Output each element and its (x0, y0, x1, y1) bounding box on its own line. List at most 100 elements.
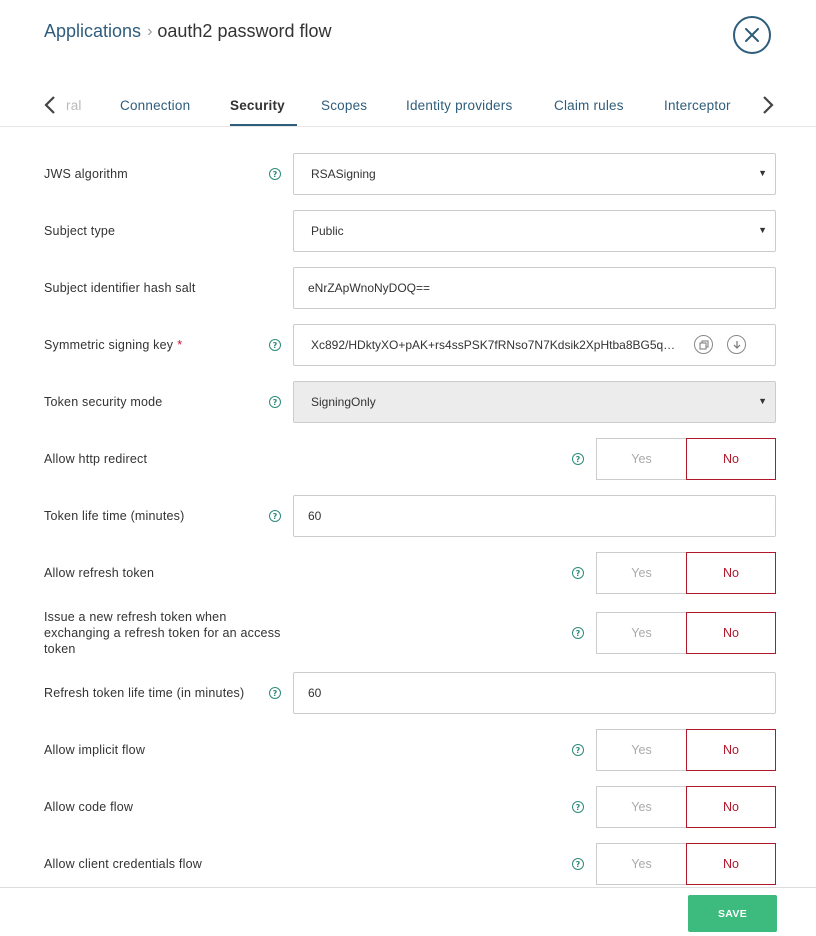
tab-connection[interactable]: Connection (120, 98, 190, 126)
close-button[interactable] (733, 16, 771, 54)
download-icon (733, 340, 740, 349)
yes-option[interactable]: Yes (596, 786, 686, 828)
allow-client-credentials-flow-toggle: Yes No (596, 843, 776, 885)
allow-implicit-flow-label: Allow implicit flow (44, 743, 146, 757)
form-row-issue-new-refresh-token: Issue a new refresh token when exchangin… (0, 610, 816, 656)
breadcrumb-separator: › (147, 22, 153, 40)
jws-algorithm-value: RSASigning (311, 167, 376, 181)
allow-refresh-token-label: Allow refresh token (44, 566, 155, 580)
subject-type-select[interactable]: Public ▼ (293, 210, 776, 252)
form-row-allow-code-flow: Allow code flow ? Yes No (0, 786, 816, 828)
help-icon[interactable]: ? (269, 339, 281, 351)
refresh-life-time-label: Refresh token life time (in minutes) (44, 686, 245, 700)
help-icon[interactable]: ? (572, 453, 584, 465)
security-form: JWS algorithm ? RSASigning ▼ Subject typ… (0, 127, 816, 887)
page-title: oauth2 password flow (157, 21, 332, 41)
help-icon[interactable]: ? (572, 567, 584, 579)
signing-key-field[interactable]: Xc892/HDktyXO+pAK+rs4ssPSK7fRNso7N7Kdsik… (293, 324, 776, 366)
yes-option[interactable]: Yes (596, 843, 686, 885)
token-security-mode-select: SigningOnly ▼ (293, 381, 776, 423)
no-option[interactable]: No (686, 438, 776, 480)
allow-http-redirect-label: Allow http redirect (44, 452, 148, 466)
form-footer: SAVE (0, 887, 816, 936)
token-security-mode-label: Token security mode (44, 395, 163, 409)
hash-salt-value: eNrZApWnoNyDOQ== (308, 281, 431, 295)
token-life-time-input[interactable]: 60 (293, 495, 776, 537)
download-key-button[interactable] (727, 335, 746, 354)
form-row-hash-salt: Subject identifier hash salt eNrZApWnoNy… (0, 267, 816, 309)
save-button[interactable]: SAVE (688, 895, 777, 932)
refresh-life-time-input[interactable]: 60 (293, 672, 776, 714)
copy-icon (699, 340, 708, 349)
yes-option[interactable]: Yes (596, 552, 686, 594)
help-icon[interactable]: ? (269, 396, 281, 408)
chevron-right-icon (763, 96, 774, 114)
tabs-scroll-right-button[interactable] (758, 93, 778, 117)
yes-option[interactable]: Yes (596, 729, 686, 771)
help-icon[interactable]: ? (269, 510, 281, 522)
no-option[interactable]: No (686, 786, 776, 828)
hash-salt-label: Subject identifier hash salt (44, 281, 196, 295)
form-row-token-life-time: Token life time (minutes) ? 60 (0, 495, 816, 537)
allow-client-credentials-flow-label: Allow client credentials flow (44, 857, 202, 871)
help-icon[interactable]: ? (572, 801, 584, 813)
form-row-token-security-mode: Token security mode ? SigningOnly ▼ (0, 381, 816, 423)
caret-down-icon: ▼ (758, 396, 767, 406)
tab-identity-providers[interactable]: Identity providers (406, 98, 512, 126)
help-icon[interactable]: ? (572, 627, 584, 639)
breadcrumb-applications-link[interactable]: Applications (44, 21, 141, 42)
close-icon (745, 28, 759, 42)
no-option[interactable]: No (686, 552, 776, 594)
help-icon[interactable]: ? (269, 687, 281, 699)
help-icon[interactable]: ? (269, 168, 281, 180)
help-icon[interactable]: ? (572, 744, 584, 756)
tab-claim-rules[interactable]: Claim rules (554, 98, 624, 126)
allow-code-flow-toggle: Yes No (596, 786, 776, 828)
tab-bar: ral Connection Security Scopes Identity … (0, 86, 816, 127)
hash-salt-input[interactable]: eNrZApWnoNyDOQ== (293, 267, 776, 309)
no-option[interactable]: No (686, 729, 776, 771)
copy-key-button[interactable] (694, 335, 713, 354)
form-row-signing-key: Symmetric signing key * ? Xc892/HDktyXO+p… (0, 324, 816, 366)
yes-option[interactable]: Yes (596, 438, 686, 480)
help-icon[interactable]: ? (572, 858, 584, 870)
form-row-allow-http-redirect: Allow http redirect ? Yes No (0, 438, 816, 480)
required-marker: * (177, 338, 183, 352)
tab-general[interactable]: ral (66, 98, 82, 126)
yes-option[interactable]: Yes (596, 612, 686, 654)
token-security-mode-value: SigningOnly (311, 395, 376, 409)
jws-algorithm-select[interactable]: RSASigning ▼ (293, 153, 776, 195)
allow-code-flow-label: Allow code flow (44, 800, 134, 814)
signing-key-value: Xc892/HDktyXO+pAK+rs4ssPSK7fRNso7N7Kdsik… (311, 338, 683, 352)
caret-down-icon: ▼ (758, 168, 767, 178)
allow-implicit-flow-toggle: Yes No (596, 729, 776, 771)
form-row-subject-type: Subject type Public ▼ (0, 210, 816, 252)
no-option[interactable]: No (686, 612, 776, 654)
form-row-allow-implicit-flow: Allow implicit flow ? Yes No (0, 729, 816, 771)
tab-scopes[interactable]: Scopes (321, 98, 367, 126)
no-option[interactable]: No (686, 843, 776, 885)
form-row-allow-refresh-token: Allow refresh token ? Yes No (0, 552, 816, 594)
tab-security[interactable]: Security (230, 98, 297, 126)
caret-down-icon: ▼ (758, 225, 767, 235)
chevron-left-icon (44, 96, 55, 114)
breadcrumb: Applications › oauth2 password flow (44, 21, 332, 42)
tab-interceptor[interactable]: Interceptor (664, 98, 731, 126)
page-header: Applications › oauth2 password flow (0, 0, 816, 80)
signing-key-label: Symmetric signing key * (44, 337, 182, 353)
refresh-life-time-value: 60 (308, 686, 322, 700)
allow-refresh-token-toggle: Yes No (596, 552, 776, 594)
token-life-time-value: 60 (308, 509, 322, 523)
subject-type-value: Public (311, 224, 344, 238)
subject-type-label: Subject type (44, 224, 116, 238)
jws-algorithm-label: JWS algorithm (44, 167, 128, 181)
form-row-refresh-life-time: Refresh token life time (in minutes) ? 6… (0, 672, 816, 714)
issue-new-refresh-token-label: Issue a new refresh token when exchangin… (44, 610, 281, 656)
tabs-scroll-left-button[interactable] (40, 93, 60, 117)
allow-http-redirect-toggle: Yes No (596, 438, 776, 480)
form-row-jws-algorithm: JWS algorithm ? RSASigning ▼ (0, 153, 816, 195)
token-life-time-label: Token life time (minutes) (44, 509, 185, 523)
signing-key-label-text: Symmetric signing key (44, 338, 174, 352)
form-row-allow-client-credentials-flow: Allow client credentials flow ? Yes No (0, 843, 816, 885)
issue-new-refresh-token-toggle: Yes No (596, 612, 776, 654)
